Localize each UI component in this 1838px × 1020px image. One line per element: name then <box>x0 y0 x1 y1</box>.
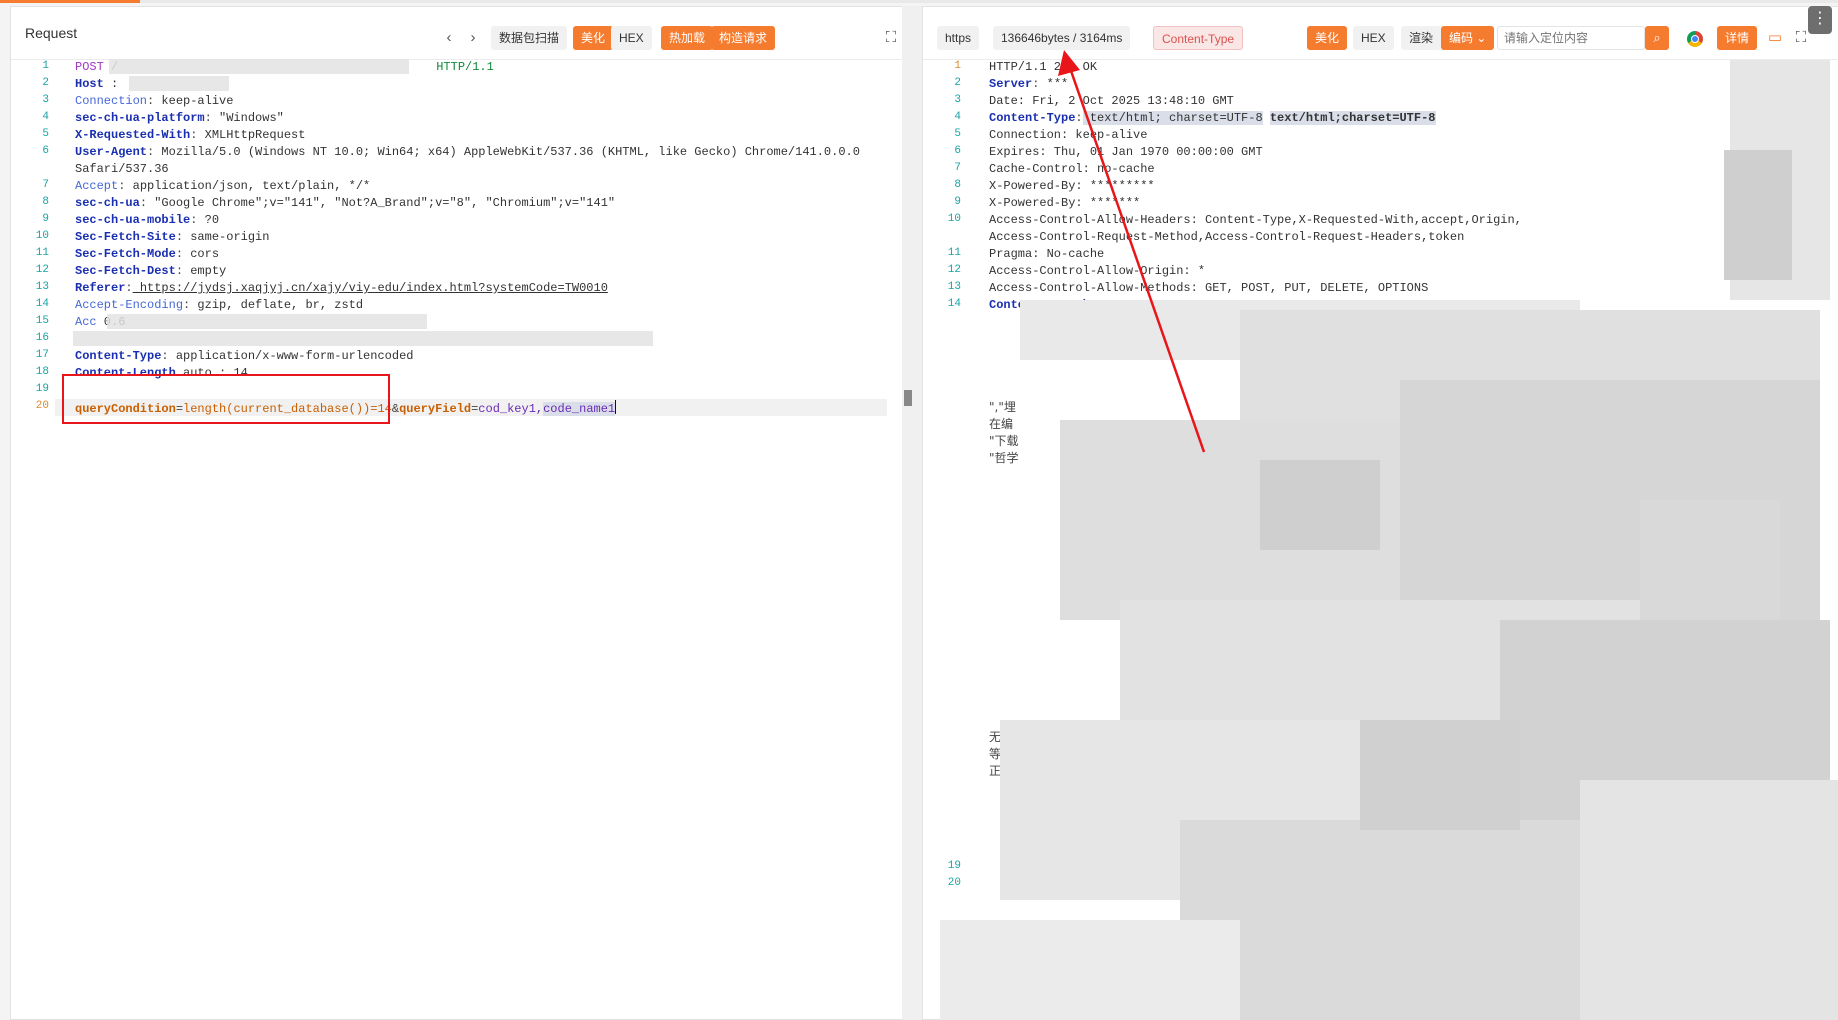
pane-title-request: Request <box>25 25 78 41</box>
header-line: 7 Cache-Control: no-cache <box>954 162 1155 176</box>
header-line: 5 Connection: keep-alive <box>954 128 1148 142</box>
header-line: 5 X-Requested-With: XMLHttpRequest <box>42 128 306 142</box>
chevron-left-icon[interactable]: ‹ <box>437 26 461 50</box>
header-line: 8 X-Powered-By: ********* <box>954 179 1155 193</box>
header-line: 17 Content-Type: application/x-www-form-u… <box>35 349 414 363</box>
locate-search-input[interactable] <box>1497 26 1645 50</box>
status-line: 1 HTTP/1.1 200 OK <box>954 60 1098 74</box>
response-toolbar: https 136646bytes / 3164ms Content-Type … <box>923 7 1838 60</box>
content-type-tag[interactable]: Content-Type <box>1153 26 1244 50</box>
annotation-box <box>62 374 390 424</box>
top-strip <box>0 0 1838 3</box>
header-line: 4 Content-Type: text/html; charset=UTF-8 … <box>954 111 1436 125</box>
http-version: HTTP/1.1 <box>436 60 494 74</box>
http-method: POST <box>75 60 104 74</box>
render-button[interactable]: 渲染 <box>1401 26 1442 50</box>
pane-splitter[interactable] <box>902 6 922 1020</box>
comment-icon[interactable]: ▭ <box>1763 26 1787 50</box>
header-line: 8 sec-ch-ua: "Google Chrome";v="141", "No… <box>42 196 616 210</box>
request-toolbar: Request ‹ › 数据包扫描 美化 HEX 热加载 构造请求 ⛶ <box>11 7 903 60</box>
redacted-host <box>129 76 229 91</box>
scheme-badge: https <box>937 26 980 50</box>
redacted-response-body <box>940 300 1838 1020</box>
chevron-right-icon[interactable]: › <box>461 26 485 50</box>
header-line: 10 Access-Control-Allow-Headers: Content-… <box>947 213 1522 227</box>
more-menu-icon[interactable]: ⋮ <box>1808 6 1832 34</box>
param-query-field: queryField <box>399 402 472 416</box>
construct-request-button[interactable]: 构造请求 <box>711 26 776 50</box>
header-line: 3 Date: Fri, 2 Oct 2025 13:48:10 GMT <box>954 94 1234 108</box>
active-tab-indicator <box>0 0 140 3</box>
header-line: 7 Accept: application/json, text/plain, *… <box>42 179 371 193</box>
header-line: 3 Connection: keep-alive <box>42 94 234 108</box>
response-beautify-button[interactable]: 美化 <box>1307 26 1348 50</box>
request-pane: Request ‹ › 数据包扫描 美化 HEX 热加载 构造请求 ⛶ 1 PO… <box>10 6 904 1020</box>
header-line-wrap: Access-Control-Request-Method,Access-Con… <box>989 230 1465 244</box>
header-line: 13 Access-Control-Allow-Methods: GET, POS… <box>947 281 1429 295</box>
redacted-region <box>1724 150 1792 280</box>
header-line: 2 Server: *** <box>954 77 1069 91</box>
packet-scan-button[interactable]: 数据包扫描 <box>491 26 568 50</box>
header-line: 12 Sec-Fetch-Dest: empty <box>35 264 227 278</box>
hot-reload-button[interactable]: 热加载 <box>661 26 714 50</box>
header-line: 11 Pragma: No-cache <box>947 247 1105 261</box>
details-button[interactable]: 详情 <box>1717 26 1758 50</box>
chrome-browser-icon[interactable] <box>1687 31 1703 47</box>
selected-text: code_name1 <box>543 402 616 416</box>
header-line: 14 Accept-Encoding: gzip, deflate, br, zs… <box>35 298 364 312</box>
response-size-badge: 136646bytes / 3164ms <box>993 26 1131 50</box>
chevron-down-icon: ⌄ <box>1473 31 1487 45</box>
text-cursor <box>615 400 617 414</box>
request-beautify-button[interactable]: 美化 <box>573 26 614 50</box>
header-line: 12 Access-Control-Allow-Origin: * <box>947 264 1206 278</box>
request-hex-button[interactable]: HEX <box>611 26 652 50</box>
referer-link[interactable]: https://jydsj.xaqjyj.cn/xajy/viy-edu/ind… <box>133 281 608 295</box>
redacted-path <box>109 59 409 74</box>
header-line: 13 Referer: https://jydsj.xaqjyj.cn/xajy/… <box>35 281 608 295</box>
redacted-cookie <box>73 331 653 346</box>
fullscreen-icon[interactable]: ⛶ <box>879 26 903 50</box>
header-line-wrap: Safari/537.36 <box>75 162 169 176</box>
header-line: 6 User-Agent: Mozilla/5.0 (Windows NT 10.… <box>42 145 860 159</box>
encoding-dropdown[interactable]: 编码 ⌄ <box>1441 26 1495 50</box>
header-line: 10 Sec-Fetch-Site: same-origin <box>35 230 270 244</box>
header-line: 9 X-Powered-By: ******* <box>954 196 1141 210</box>
header-line: 6 Expires: Thu, 01 Jan 1970 00:00:00 GMT <box>954 145 1263 159</box>
request-editor[interactable]: 1 POST /HTTP/1.1 2Host : 3Connection: ke… <box>11 59 903 1019</box>
header-line: 4 sec-ch-ua-platform: "Windows" <box>42 111 284 125</box>
scrollbar-thumb[interactable] <box>904 390 912 406</box>
response-hex-button[interactable]: HEX <box>1353 26 1394 50</box>
header-line: 11 Sec-Fetch-Mode: cors <box>35 247 220 261</box>
search-icon[interactable]: ⌕ <box>1645 26 1669 50</box>
redacted-accept-language <box>107 314 427 329</box>
header-line: 9 sec-ch-ua-mobile: ?0 <box>42 213 220 227</box>
